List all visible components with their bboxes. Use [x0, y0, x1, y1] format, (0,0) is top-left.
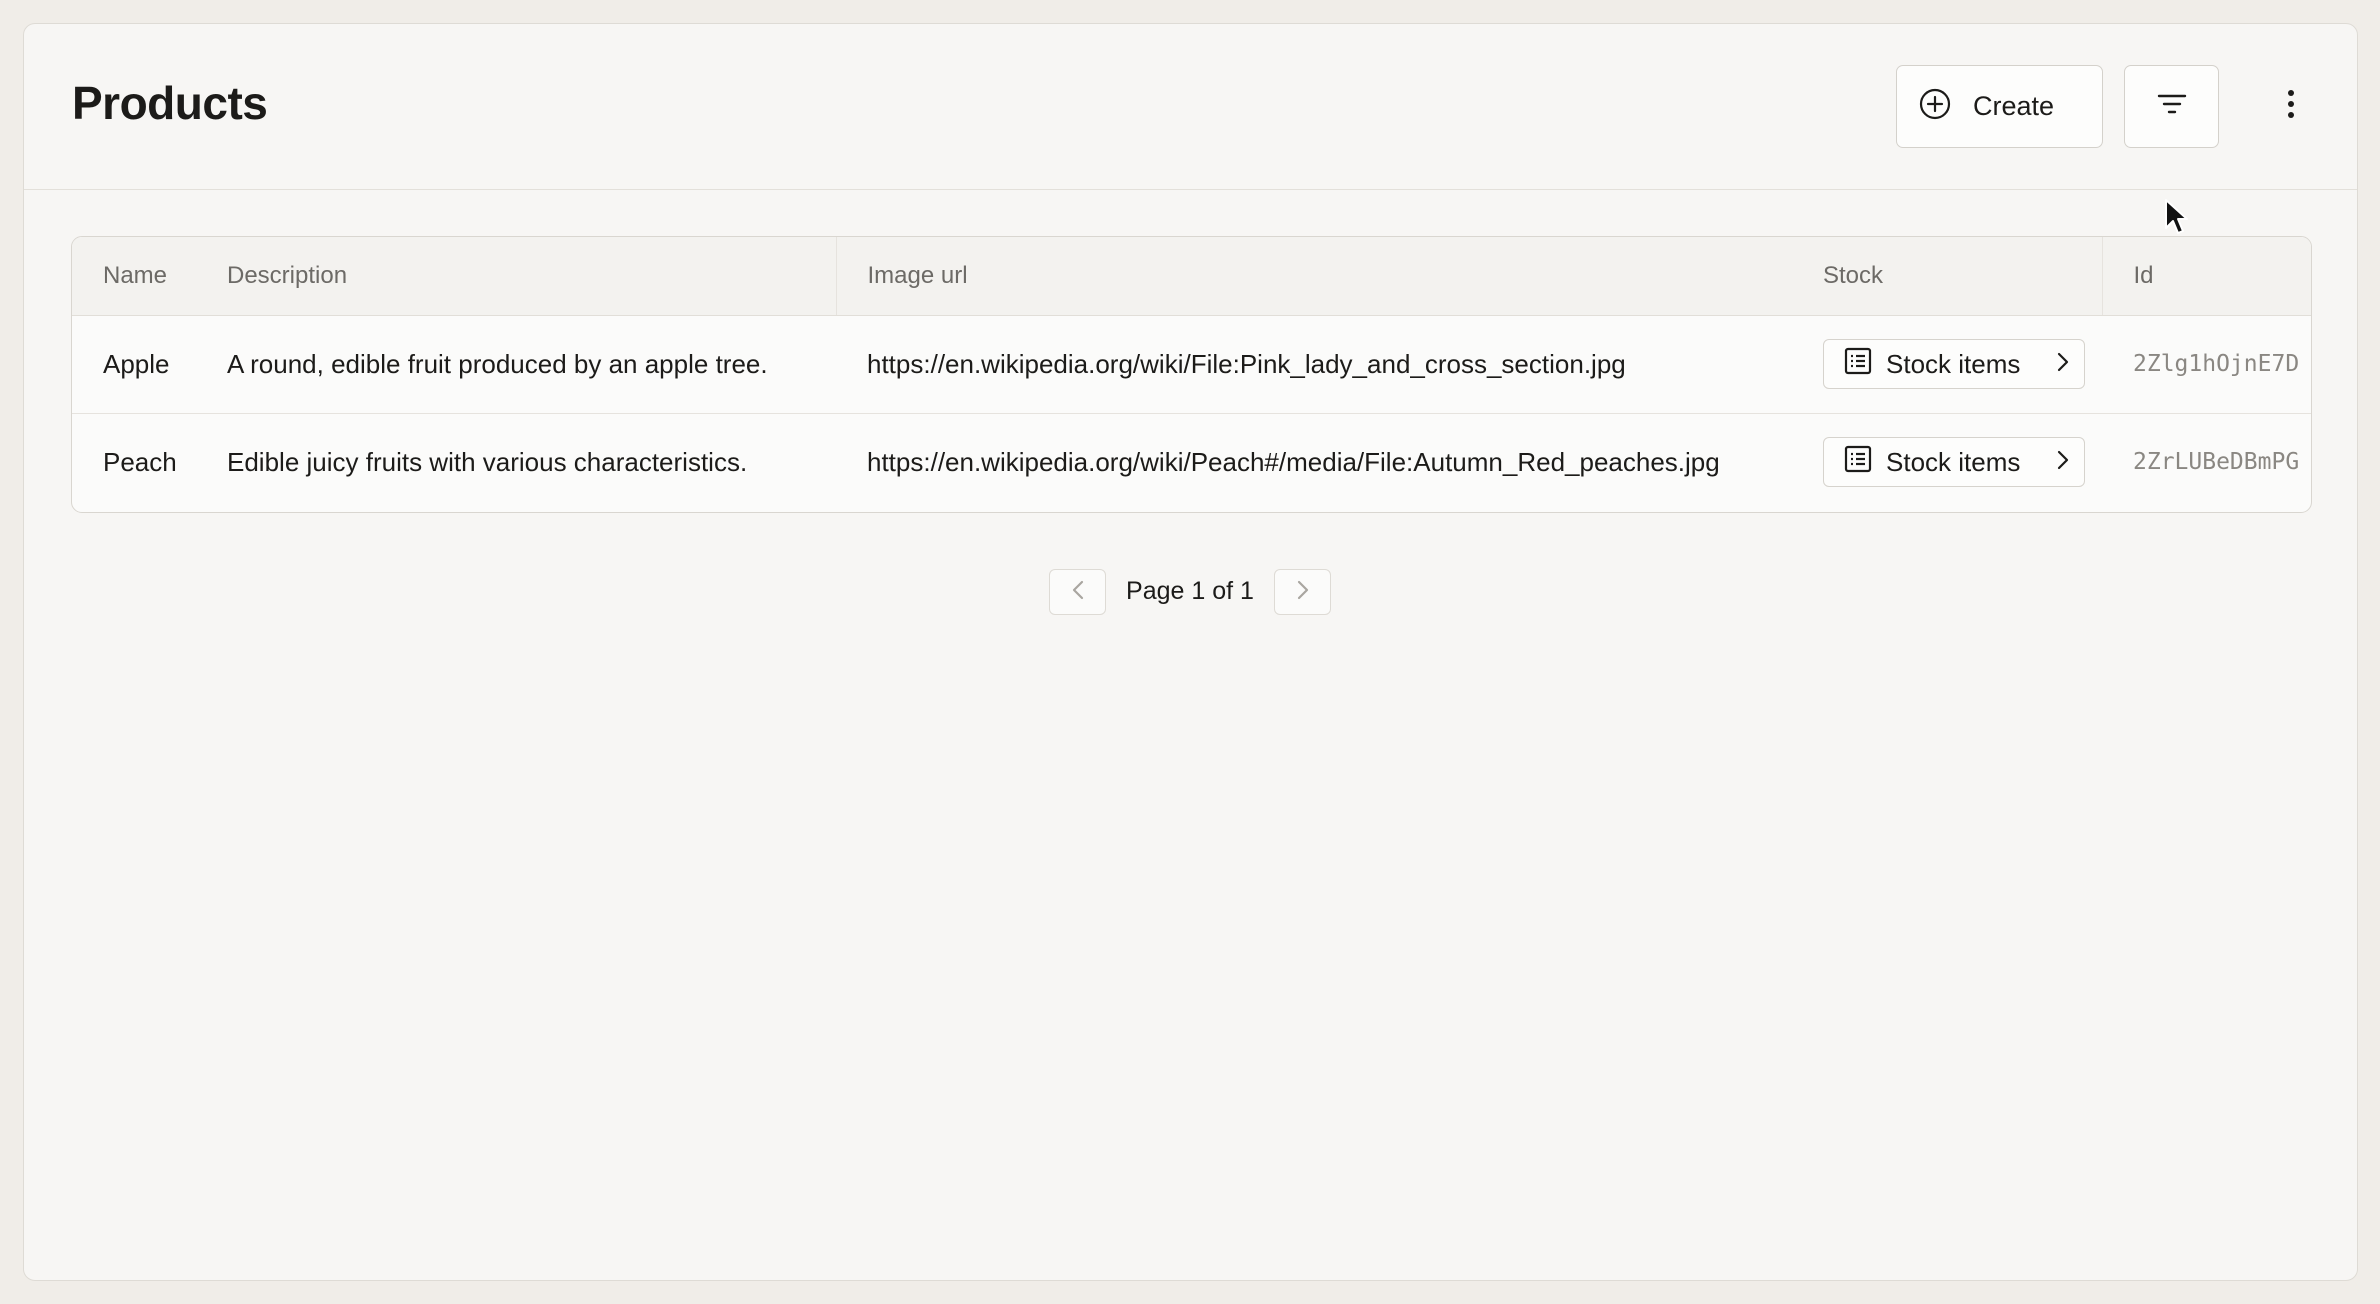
list-icon: [1844, 445, 1872, 480]
more-vertical-icon: [2286, 89, 2296, 124]
cell-description: Edible juicy fruits with various charact…: [227, 446, 748, 477]
cell-id: 2Zlg1hOjnE7D: [2102, 315, 2311, 414]
more-options-button[interactable]: [2271, 86, 2311, 126]
list-icon: [1844, 347, 1872, 382]
cell-stock: Stock items: [1792, 413, 2102, 511]
page-header: Products Create: [24, 24, 2357, 190]
plus-circle-icon: [1919, 88, 1951, 125]
cell-image-url: https://en.wikipedia.org/wiki/File:Pink_…: [836, 315, 1792, 414]
next-page-button[interactable]: [1274, 569, 1331, 615]
stock-items-button[interactable]: Stock items: [1823, 437, 2085, 488]
chevron-left-icon: [1071, 579, 1085, 606]
chevron-right-icon: [2056, 447, 2070, 478]
chevron-right-icon: [1296, 579, 1310, 606]
column-header-name[interactable]: Name: [72, 237, 209, 316]
column-header-description[interactable]: Description: [209, 237, 837, 316]
stock-items-label: Stock items: [1886, 446, 2021, 477]
products-table: Name Description Image url Stock Id Appl…: [71, 236, 2312, 513]
column-header-image-url[interactable]: Image url: [836, 237, 1792, 316]
filter-button[interactable]: [2124, 65, 2219, 148]
pagination: Page 1 of 1: [24, 569, 2357, 615]
table-row[interactable]: Peach Edible juicy fruits with various c…: [72, 413, 2311, 511]
stock-items-label: Stock items: [1886, 348, 2021, 379]
column-header-stock[interactable]: Stock: [1792, 237, 2103, 316]
app-frame: Products Create Name Description Image u…: [23, 23, 2358, 1281]
create-button-label: Create: [1973, 91, 2055, 121]
mouse-cursor-icon: [2164, 198, 2188, 241]
table-header-row: Name Description Image url Stock Id: [72, 237, 2311, 316]
chevron-right-icon: [2056, 349, 2070, 380]
column-header-id[interactable]: Id: [2102, 237, 2311, 316]
stock-items-button[interactable]: Stock items: [1823, 339, 2085, 389]
cell-stock: Stock items: [1792, 315, 2102, 414]
page-title: Products: [72, 77, 268, 129]
create-button[interactable]: Create: [1896, 65, 2103, 148]
cell-name: Peach: [103, 446, 177, 477]
cell-id: 2ZrLUBeDBmPG: [2133, 449, 2300, 476]
cell-description: A round, edible fruit produced by an app…: [209, 315, 836, 414]
cell-image-url: https://en.wikipedia.org/wiki/Peach#/med…: [867, 446, 1720, 477]
filter-icon: [2157, 92, 2187, 121]
page-indicator: Page 1 of 1: [1126, 577, 1254, 605]
previous-page-button[interactable]: [1049, 569, 1106, 615]
table-row[interactable]: Apple A round, edible fruit produced by …: [72, 315, 2311, 414]
cell-name: Apple: [72, 315, 209, 414]
